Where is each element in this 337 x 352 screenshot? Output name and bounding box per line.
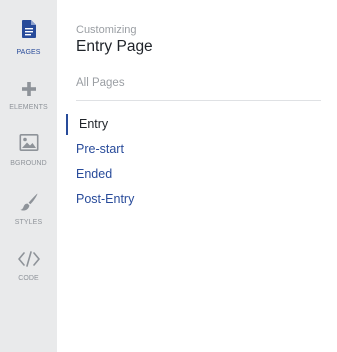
page-item-ended[interactable]: Ended: [57, 162, 337, 187]
document-icon: [21, 20, 36, 38]
all-pages-link[interactable]: All Pages: [76, 77, 125, 89]
rail-label-styles: STYLES: [14, 219, 43, 226]
page-item-entry[interactable]: Entry: [57, 112, 337, 137]
rail-item-styles[interactable]: STYLES: [0, 193, 57, 239]
page-item-post-entry[interactable]: Post-Entry: [57, 187, 337, 212]
side-rail: PAGES ELEMENTS BGROUND STYLES CODE: [0, 0, 57, 352]
page-title: Entry Page: [76, 38, 153, 55]
page-item-pre-start[interactable]: Pre-start: [57, 137, 337, 162]
brush-icon: [19, 193, 37, 211]
panel-eyebrow: Customizing: [76, 24, 137, 36]
plus-icon: [21, 82, 36, 96]
image-icon: [19, 134, 38, 151]
rail-item-background[interactable]: BGROUND: [0, 134, 57, 180]
rail-label-pages: PAGES: [16, 49, 41, 56]
pages-panel: Customizing Entry Page All Pages Entry P…: [57, 0, 337, 352]
rail-label-elements: ELEMENTS: [9, 104, 48, 111]
divider: [76, 100, 321, 101]
page-list: Entry Pre-start Ended Post-Entry: [57, 112, 337, 212]
rail-label-background: BGROUND: [10, 160, 47, 167]
rail-label-code: CODE: [18, 275, 39, 282]
code-icon: [17, 251, 40, 267]
rail-item-pages[interactable]: PAGES: [0, 20, 57, 66]
rail-item-elements[interactable]: ELEMENTS: [0, 80, 57, 126]
app-window: PAGES ELEMENTS BGROUND STYLES CODE Custo…: [0, 0, 337, 352]
rail-item-code[interactable]: CODE: [0, 251, 57, 297]
